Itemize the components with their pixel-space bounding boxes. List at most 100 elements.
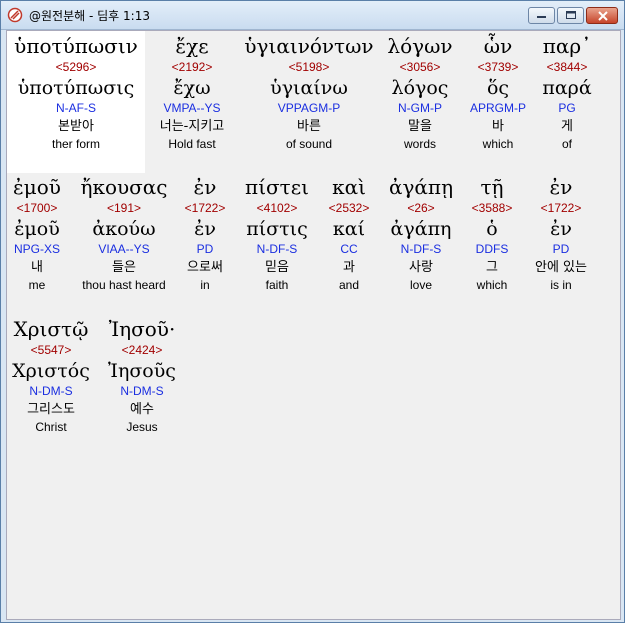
korean-gloss: 으로써	[187, 260, 223, 275]
word-cell[interactable]: παρ᾽ <3844> παρά PG 게 of	[522, 33, 612, 152]
app-icon	[7, 7, 23, 23]
close-icon	[598, 11, 608, 21]
greek-word: πίστει	[245, 175, 309, 199]
word-cell[interactable]: ἤκουσας <191> ἀκούω VIAA--YS 들은 thou has…	[69, 174, 179, 293]
korean-gloss: 믿음	[265, 260, 289, 275]
strong-number: <2424>	[121, 343, 163, 357]
morph-code: N-DF-S	[400, 242, 442, 256]
word-cell[interactable]: Χριστῷ <5547> Χριστός N-DM-S 그리스도 Christ	[7, 316, 96, 435]
morph-code: PD	[552, 242, 570, 256]
strong-number: <1722>	[184, 201, 226, 215]
korean-gloss: 안에 있는	[535, 260, 587, 275]
greek-lemma: Ἰησοῦς	[108, 360, 176, 382]
morph-code: N-DM-S	[120, 384, 164, 398]
strong-number: <1722>	[540, 201, 582, 215]
strong-number: <5296>	[55, 60, 97, 74]
korean-gloss: 그	[486, 260, 498, 275]
minimize-icon	[537, 16, 546, 18]
minimize-button[interactable]	[528, 7, 555, 24]
greek-lemma: ἔχω	[173, 77, 211, 99]
window-title: @원전분해 - 딤후 1:13	[29, 9, 150, 23]
greek-lemma: ἐμοῦ	[14, 218, 60, 240]
strong-number: <2192>	[171, 60, 213, 74]
korean-gloss: 너는-지키고	[159, 119, 225, 134]
maximize-button[interactable]	[557, 7, 584, 24]
strong-number: <4102>	[256, 201, 298, 215]
word-cell[interactable]: ἐν <1722> ἐν PD 안에 있는 is in	[523, 174, 599, 293]
word-cell[interactable]: Ἰησοῦ· <2424> Ἰησοῦς N-DM-S 예수 Jesus	[99, 316, 185, 435]
greek-lemma: ἀκούω	[92, 218, 156, 240]
korean-gloss: 들은	[112, 260, 136, 275]
word-cell[interactable]: ἔχε <2192> ἔχω VMPA--YS 너는-지키고 Hold fast	[127, 33, 257, 152]
greek-lemma: ἀγάπη	[390, 218, 452, 240]
title-bar[interactable]: @원전분해 - 딤후 1:13	[1, 1, 624, 30]
interlinear-pane[interactable]: ὑποτύπωσιν <5296> ὑποτύπωσις N-AF-S 본받아 …	[6, 30, 621, 620]
morph-code: VIAA--YS	[98, 242, 150, 256]
greek-word: καὶ	[332, 175, 366, 199]
strong-number: <3588>	[471, 201, 513, 215]
korean-gloss: 본받아	[58, 119, 94, 134]
word-cell[interactable]: πίστει <4102> πίστις N-DF-S 믿음 faith	[237, 174, 317, 293]
greek-word: ἀγάπῃ	[388, 175, 454, 199]
english-gloss: which	[476, 278, 508, 292]
app-window: @원전분해 - 딤후 1:13 ὑποτύπωσιν <5296> ὑποτύπ…	[0, 0, 625, 623]
english-gloss: Christ	[35, 420, 67, 434]
morph-code: PD	[196, 242, 214, 256]
morph-code: PG	[558, 101, 576, 115]
greek-lemma: παρά	[542, 77, 592, 99]
english-gloss: me	[28, 278, 46, 292]
english-gloss: love	[409, 278, 432, 292]
greek-word: ἔχε	[175, 34, 209, 58]
greek-lemma: ὑποτύπωσις	[17, 77, 135, 99]
greek-word: ἐν	[549, 175, 573, 199]
english-gloss: Jesus	[126, 420, 158, 434]
greek-lemma: πίστις	[246, 218, 308, 240]
strong-number: <1700>	[16, 201, 58, 215]
greek-lemma: ἐν	[550, 218, 572, 240]
greek-word: ἤκουσας	[80, 175, 168, 199]
greek-word: ὑποτύπωσιν	[14, 34, 138, 58]
word-cell[interactable]: τῇ <3588> ὁ DDFS 그 which	[462, 174, 522, 293]
english-gloss: ther form	[51, 137, 100, 151]
word-cell[interactable]: ἀγάπῃ <26> ἀγάπη N-DF-S 사랑 love	[381, 174, 461, 293]
english-gloss: of	[561, 137, 572, 151]
word-cell[interactable]: ἐν <1722> ἐν PD 으로써 in	[175, 174, 235, 293]
greek-word: παρ᾽	[542, 34, 592, 58]
morph-code: DDFS	[475, 242, 509, 256]
word-cell[interactable]: ὑποτύπωσιν <5296> ὑποτύπωσις N-AF-S 본받아 …	[7, 31, 145, 173]
strong-number: <2532>	[328, 201, 370, 215]
morph-code: N-AF-S	[56, 101, 96, 115]
greek-lemma: καί	[332, 218, 366, 240]
close-button[interactable]	[586, 7, 618, 24]
greek-word: Ἰησοῦ·	[108, 317, 176, 341]
english-gloss: in	[200, 278, 210, 292]
morph-code: NPG-XS	[13, 242, 60, 256]
word-cell[interactable]: ἐμοῦ <1700> ἐμοῦ NPG-XS 내 me	[7, 174, 67, 293]
morph-code: N-DF-S	[256, 242, 298, 256]
strong-number: <26>	[407, 201, 435, 215]
greek-lemma: ἐν	[194, 218, 216, 240]
greek-word: ἐμοῦ	[13, 175, 61, 199]
morph-code: N-DM-S	[29, 384, 73, 398]
morph-code: VMPA--YS	[163, 101, 221, 115]
maximize-icon	[566, 11, 576, 19]
word-cell[interactable]: καὶ <2532> καί CC 과 and	[319, 174, 379, 293]
korean-gloss: 사랑	[409, 260, 433, 275]
greek-word: ἐν	[193, 175, 217, 199]
greek-word: τῇ	[480, 175, 504, 199]
strong-number: <5547>	[30, 343, 72, 357]
english-gloss: thou hast heard	[82, 278, 166, 292]
korean-gloss: 예수	[130, 402, 154, 417]
english-gloss: faith	[265, 278, 289, 292]
korean-gloss: 내	[31, 260, 43, 275]
english-gloss: is in	[550, 278, 572, 292]
english-gloss: Hold fast	[168, 137, 216, 151]
greek-lemma: Χριστός	[12, 360, 90, 382]
greek-word: Χριστῷ	[13, 317, 89, 341]
strong-number: <3844>	[546, 60, 588, 74]
greek-lemma: ὁ	[486, 218, 498, 240]
morph-code: CC	[340, 242, 358, 256]
korean-gloss: 게	[561, 119, 573, 134]
english-gloss: and	[338, 278, 360, 292]
korean-gloss: 과	[343, 260, 355, 275]
